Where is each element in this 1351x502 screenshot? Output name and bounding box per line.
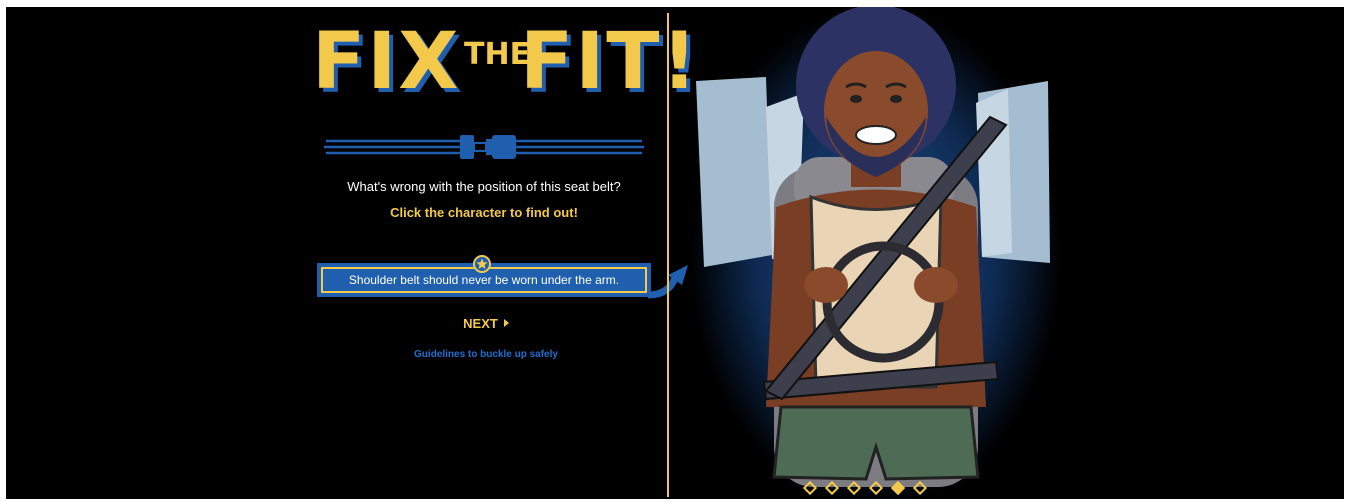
hint-text: Click the character to find out! xyxy=(390,205,578,220)
window-pillar-right xyxy=(976,89,1012,257)
logo-word-fit: FIT! xyxy=(520,17,700,107)
slide-dot[interactable] xyxy=(912,480,928,496)
next-button[interactable]: NEXT xyxy=(436,316,536,331)
next-label: NEXT xyxy=(463,316,498,331)
star-icon xyxy=(473,255,491,273)
logo-word-fix: FIX xyxy=(312,17,461,107)
game-stage: FIX FIX THE FIT! FIT! What's wrong with … xyxy=(6,7,1344,499)
eye-right xyxy=(890,95,902,103)
guidelines-link[interactable]: Guidelines to buckle up safely xyxy=(336,349,636,360)
slide-dot[interactable] xyxy=(846,480,862,496)
slide-dot-active[interactable] xyxy=(890,480,906,496)
fix-the-fit-logo: FIX FIX THE FIT! FIT! xyxy=(312,13,701,111)
car-window-left xyxy=(696,77,772,267)
feedback-text: Shoulder belt should never be worn under… xyxy=(348,273,620,287)
slide-dot[interactable] xyxy=(802,480,818,496)
question-text: What's wrong with the position of this s… xyxy=(347,179,621,194)
smile xyxy=(855,125,897,145)
panel-divider xyxy=(667,13,669,497)
eye-left xyxy=(850,95,862,103)
slide-indicator xyxy=(802,480,928,496)
seat-belt-buckle-icon xyxy=(324,135,644,159)
head xyxy=(824,51,928,171)
hand-right xyxy=(914,267,958,303)
slide-dot[interactable] xyxy=(824,480,840,496)
character-illustration[interactable] xyxy=(686,7,1066,499)
slide-dot[interactable] xyxy=(868,480,884,496)
triangle-right-icon xyxy=(503,319,509,327)
hand-left xyxy=(804,267,848,303)
